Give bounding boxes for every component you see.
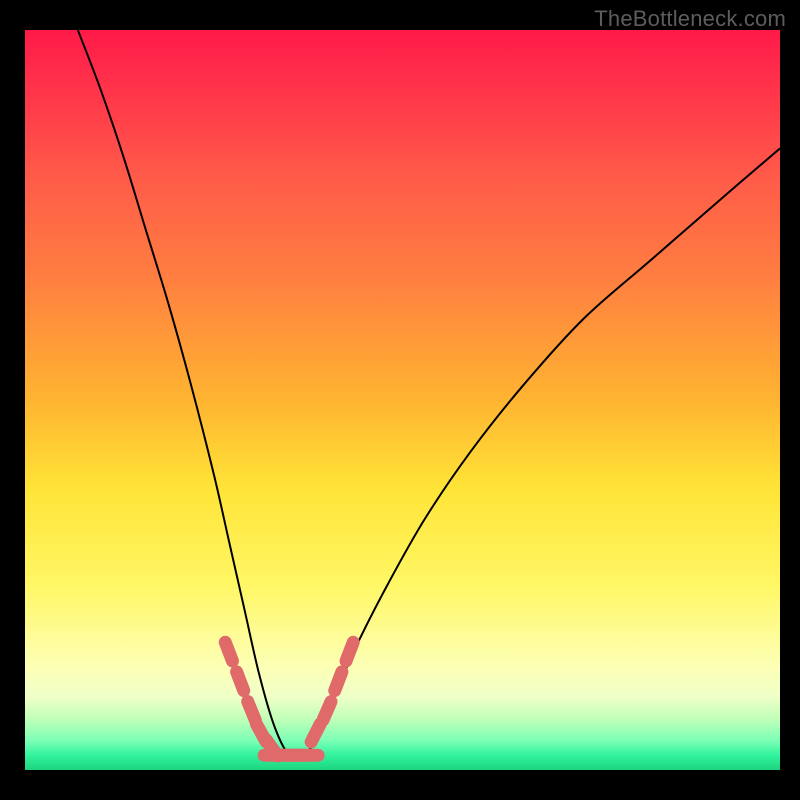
highlight-dash bbox=[237, 672, 244, 691]
bottleneck-curve bbox=[78, 30, 780, 758]
highlight-dash bbox=[248, 702, 256, 721]
watermark-text: TheBottleneck.com bbox=[594, 6, 786, 32]
chart-plot-area bbox=[25, 30, 780, 770]
highlight-dash bbox=[311, 724, 320, 742]
highlight-dash bbox=[335, 672, 342, 691]
highlight-dash bbox=[346, 642, 353, 661]
highlight-dash bbox=[323, 702, 331, 720]
chart-svg bbox=[25, 30, 780, 770]
highlight-dash bbox=[225, 642, 232, 661]
